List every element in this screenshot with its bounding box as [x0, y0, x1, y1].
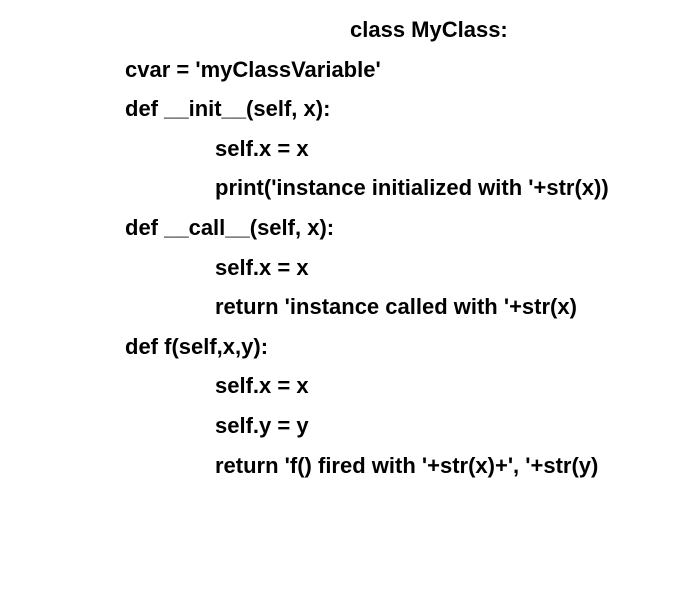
code-line-6: def __call__(self, x):: [30, 208, 648, 248]
code-line-7: self.x = x: [30, 248, 648, 288]
code-line-3: def __init__(self, x):: [30, 89, 648, 129]
code-line-11: self.y = y: [30, 406, 648, 446]
code-line-5: print('instance initialized with '+str(x…: [30, 168, 648, 208]
code-line-12: return 'f() fired with '+str(x)+', '+str…: [30, 446, 648, 486]
code-line-2: cvar = 'myClassVariable': [30, 50, 648, 90]
code-block: class MyClass: cvar = 'myClassVariable' …: [30, 10, 648, 485]
code-line-1: class MyClass:: [30, 10, 648, 50]
code-line-8: return 'instance called with '+str(x): [30, 287, 648, 327]
code-line-4: self.x = x: [30, 129, 648, 169]
code-line-10: self.x = x: [30, 366, 648, 406]
code-line-9: def f(self,x,y):: [30, 327, 648, 367]
